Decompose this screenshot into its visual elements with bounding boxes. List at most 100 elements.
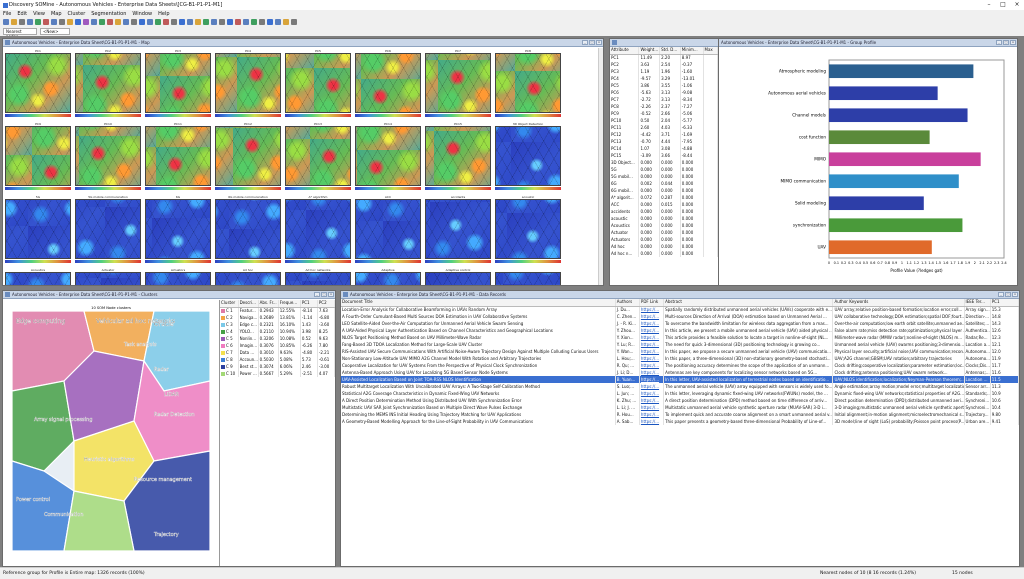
component-map[interactable]: Adaptive [355,268,421,285]
menu-edit[interactable]: Edit [17,11,27,17]
component-map-image[interactable] [355,272,421,285]
component-map[interactable]: PC6 [355,49,421,117]
component-map-image[interactable] [5,53,71,113]
toolbar-button-icon[interactable] [67,18,73,25]
table-row[interactable]: Cooperative Localization for UAV Systems… [341,362,1019,369]
toolbar-button-icon[interactable] [59,18,65,25]
toolbar-button-icon[interactable] [203,18,209,25]
menu-help[interactable]: Help [158,11,169,17]
table-row[interactable]: Location-Error Analysis for Collaborativ… [341,306,1019,313]
table-row[interactable]: 5G mobil... 0.000 0.000 0.000 [610,173,718,180]
close-icon[interactable]: x [1012,292,1018,297]
component-map-image[interactable] [75,126,141,186]
table-row[interactable]: PC6 -5.63 3.13 -9.08 [610,89,718,96]
table-row[interactable]: C 10 Power ... 0.5667 5.29% -2.51 4.07 [220,370,335,377]
toolbar-button-icon[interactable] [3,18,9,25]
column-header[interactable]: PC1 [990,299,1019,307]
component-map[interactable]: PC3 [145,49,211,117]
component-map[interactable] [495,268,561,285]
toolbar-button-icon[interactable] [123,18,129,25]
component-map[interactable]: acoustic [495,195,561,263]
map-scrollbar[interactable] [598,48,603,285]
column-header[interactable]: Max [703,47,718,55]
component-map-image[interactable] [355,199,421,259]
table-row[interactable]: Statistical A2G Coverage Characteristics… [341,390,1019,397]
column-header[interactable]: Abs. Fr... [258,300,279,308]
table-row[interactable]: C 1 Featur... 0.2943 12.55% -8.14 7.63 [220,307,335,314]
component-map[interactable]: PC8 [495,49,561,117]
component-map[interactable]: PC1 [5,49,71,117]
component-map-image[interactable] [425,272,491,285]
component-map-image[interactable] [75,272,141,285]
component-map-image[interactable] [495,199,561,259]
table-row[interactable]: Fang-Based 3D TDOA Localization Method f… [341,341,1019,348]
column-header[interactable]: Document Title [341,299,616,307]
toolbar-button-icon[interactable] [155,18,161,25]
toolbar-button-icon[interactable] [251,18,257,25]
table-row[interactable]: LEO Satellite-Aided Over-the-Air Computa… [341,320,1019,327]
table-row[interactable]: accidents 0.000 0.000 0.000 [610,208,718,215]
table-row[interactable]: PC4 -9.57 3.29 -13.01 [610,75,718,82]
menu-view[interactable]: View [33,11,45,17]
close-icon[interactable]: x [1010,40,1016,45]
toolbar-button-icon[interactable] [171,18,177,25]
table-row[interactable]: NLOS Target Positioning Method Based on … [341,334,1019,341]
component-map-image[interactable] [145,272,211,285]
table-row[interactable]: C 3 Edge c... 0.2321 16.10% 1.43 -3.60 [220,321,335,328]
toolbar-button-icon[interactable] [235,18,241,25]
minimize-icon[interactable]: _ [314,292,320,297]
minimize-icon[interactable]: _ [996,40,1002,45]
column-header[interactable]: IEEE Ter... [964,299,991,307]
table-row[interactable]: 6G 0.002 0.044 0.000 [610,180,718,187]
table-row[interactable]: PC2 3.63 2.54 -0.37 [610,61,718,68]
toolbar-button-icon[interactable] [275,18,281,25]
table-row[interactable]: PC9 -0.52 2.66 -5.06 [610,110,718,117]
toolbar-button-icon[interactable] [291,18,297,25]
column-header[interactable]: PC2 [317,300,335,308]
cluster-window-header[interactable]: Autonomous Vehicles - Enterprise Data Sh… [3,291,335,299]
profile-bar[interactable] [829,86,938,101]
maximize-icon[interactable]: □ [1005,292,1011,297]
component-map[interactable]: PC4 [215,49,281,117]
cluster-map[interactable]: 10 SOM Node clustersEdge computing Vehicu… [4,301,218,566]
column-header[interactable]: PDF Link [639,299,665,307]
table-row[interactable]: Determining the MEMS INS Initial Heading… [341,411,1019,418]
profile-window-header[interactable]: Autonomous Vehicles - Enterprise Data Sh… [719,39,1017,47]
maximize-icon[interactable]: □ [996,0,1010,10]
table-row[interactable]: PC5 3.86 3.55 -1.06 [610,82,718,89]
table-row[interactable]: Multistatic UAV SAR Joint Synchronizatio… [341,404,1019,411]
component-map[interactable]: Actuators [145,268,211,285]
menu-window[interactable]: Window [132,11,152,17]
table-row[interactable]: 3D Object... 0.000 0.000 0.000 [610,159,718,166]
attribute-window-header[interactable] [610,39,718,47]
component-map-image[interactable] [495,126,561,186]
component-map-image[interactable] [215,199,281,259]
table-row[interactable]: PC13 -0.70 4.44 -7.95 [610,138,718,145]
table-row[interactable]: RIS-Assisted UAV Secure Communications W… [341,348,1019,355]
profile-bar[interactable] [829,240,932,255]
profile-bar[interactable] [829,196,924,211]
component-map[interactable]: 6G mobile communication [215,195,281,263]
profile-bar[interactable] [829,64,974,79]
table-row[interactable]: A* algorit... 0.072 0.287 0.000 [610,194,718,201]
close-icon[interactable]: x [596,40,602,45]
table-row[interactable]: Antenna-Based Approach Using UAV for Loc… [341,369,1019,376]
table-row[interactable]: A UAV-Aided Physical Layer Authenticatio… [341,327,1019,334]
minimize-icon[interactable]: _ [582,40,588,45]
table-row[interactable]: PC12 -4.42 3.71 -1.69 [610,131,718,138]
toolbar-button-icon[interactable] [211,18,217,25]
column-header[interactable]: PC1 [300,300,318,308]
minimize-icon[interactable]: – [982,0,996,10]
component-map-image[interactable] [75,199,141,259]
toolbar-button-icon[interactable] [259,18,265,25]
component-map[interactable]: PC14 [355,122,421,190]
table-row[interactable]: PC15 -3.09 3.66 -8.44 [610,152,718,159]
component-map[interactable]: PC9 [5,122,71,190]
column-header[interactable]: Author Keywords [832,299,965,307]
table-row[interactable]: PC1 11.49 2.20 8.97 [610,54,718,61]
component-map-image[interactable] [75,53,141,113]
maximize-icon[interactable]: □ [321,292,327,297]
toolbar-button-icon[interactable] [27,18,33,25]
maximize-icon[interactable]: □ [589,40,595,45]
table-row[interactable]: C 6 Imagin... 0.3076 10.85% -6.26 7.80 [220,342,335,349]
